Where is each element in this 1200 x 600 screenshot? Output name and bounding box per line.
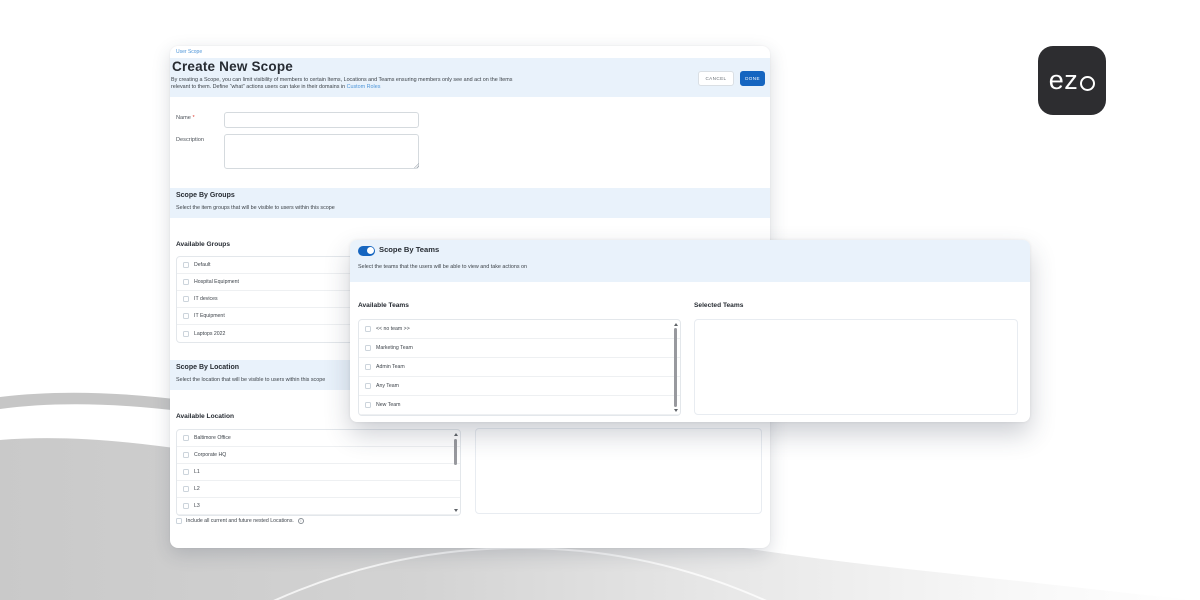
checkbox[interactable]: [183, 279, 189, 285]
checkbox[interactable]: [183, 435, 189, 441]
checkbox[interactable]: [183, 331, 189, 337]
list-item-label: Baltimore Office: [194, 435, 231, 441]
nested-locations-checkbox-row[interactable]: Include all current and future nested Lo…: [176, 518, 304, 524]
list-item[interactable]: Baltimore Office: [177, 430, 460, 447]
checkbox[interactable]: [365, 383, 371, 389]
page-description: By creating a Scope, you can limit visib…: [171, 77, 591, 91]
available-location-header: Available Location: [176, 413, 234, 420]
scope-by-teams-title: Scope By Teams: [379, 245, 439, 254]
checkbox[interactable]: [176, 518, 182, 524]
checkbox[interactable]: [365, 402, 371, 408]
scope-by-groups-subtitle: Select the item groups that will be visi…: [176, 205, 335, 211]
name-label: Name *: [176, 115, 195, 121]
info-icon[interactable]: i: [298, 518, 304, 524]
selected-teams-header: Selected Teams: [694, 302, 743, 309]
selected-teams-box: [694, 319, 1018, 415]
name-input[interactable]: [224, 112, 419, 128]
available-teams-header: Available Teams: [358, 302, 409, 309]
checkbox[interactable]: [183, 469, 189, 475]
checkbox[interactable]: [365, 345, 371, 351]
scroll-down-icon[interactable]: [674, 409, 678, 412]
scope-by-teams-panel: Scope By Teams Select the teams that the…: [350, 240, 1030, 422]
list-item-label: L3: [194, 503, 200, 509]
checkbox[interactable]: [183, 486, 189, 492]
list-item-label: Laptops 2022: [194, 331, 225, 337]
scope-by-groups-header: Scope By Groups Select the item groups t…: [170, 188, 770, 218]
checkbox[interactable]: [183, 262, 189, 268]
page-description-line2: relevant to them. Define “what” actions …: [171, 84, 347, 90]
list-item-label: Admin Team: [376, 364, 405, 370]
list-item-label: Any Team: [376, 383, 399, 389]
list-item[interactable]: Any Team: [359, 377, 680, 396]
screenshot-stage: User Scope Create New Scope By creating …: [0, 0, 1200, 600]
scrollbar[interactable]: [672, 321, 679, 414]
scrollbar-thumb[interactable]: [454, 439, 457, 465]
selected-location-box: [475, 428, 762, 514]
scope-by-location-title: Scope By Location: [176, 364, 239, 371]
list-item-label: << no team >>: [376, 326, 410, 332]
scope-by-teams-subtitle: Select the teams that the users will be …: [358, 264, 527, 270]
page-title: Create New Scope: [172, 59, 293, 74]
list-item-label: Hospital Equipment: [194, 279, 239, 285]
scope-by-teams-header: Scope By Teams Select the teams that the…: [350, 240, 1030, 282]
checkbox[interactable]: [183, 296, 189, 302]
scope-by-teams-toggle[interactable]: [358, 246, 375, 256]
list-item[interactable]: L3: [177, 498, 460, 515]
list-item-label: Marketing Team: [376, 345, 413, 351]
description-textarea[interactable]: [224, 134, 419, 169]
scope-by-location-subtitle: Select the location that will be visible…: [176, 377, 325, 383]
list-item-label: Default: [194, 262, 210, 268]
list-item-label: IT Equipment: [194, 313, 225, 319]
ezo-logo-o-ring-icon: [1080, 76, 1095, 91]
available-groups-header: Available Groups: [176, 241, 230, 248]
list-item-label: IT devices: [194, 296, 218, 302]
cancel-button[interactable]: CANCEL: [698, 71, 734, 86]
available-teams-list: << no team >> Marketing Team Admin Team …: [358, 319, 681, 416]
list-item[interactable]: Admin Team: [359, 358, 680, 377]
list-item[interactable]: L1: [177, 464, 460, 481]
list-item-label: New Team: [376, 402, 400, 408]
ezo-logo: ez: [1038, 46, 1106, 115]
page-header: Create New Scope By creating a Scope, yo…: [170, 58, 770, 97]
list-item[interactable]: Marketing Team: [359, 339, 680, 358]
toggle-knob: [367, 247, 374, 254]
scrollbar[interactable]: [452, 431, 459, 514]
checkbox[interactable]: [365, 326, 371, 332]
checkbox[interactable]: [183, 452, 189, 458]
list-item[interactable]: New Team: [359, 396, 680, 415]
available-location-list: Baltimore Office Corporate HQ L1 L2 L3: [176, 429, 461, 516]
list-item-label: L2: [194, 486, 200, 492]
done-button[interactable]: DONE: [740, 71, 765, 86]
list-item[interactable]: L2: [177, 481, 460, 498]
scope-by-groups-title: Scope By Groups: [176, 192, 235, 199]
scrollbar-thumb[interactable]: [674, 328, 677, 407]
breadcrumb[interactable]: User Scope: [176, 49, 202, 55]
ezo-logo-letters: ez: [1049, 67, 1079, 94]
list-item[interactable]: << no team >>: [359, 320, 680, 339]
checkbox[interactable]: [365, 364, 371, 370]
description-label: Description: [176, 137, 204, 143]
checkbox[interactable]: [183, 313, 189, 319]
list-item-label: L1: [194, 469, 200, 475]
nested-locations-label: Include all current and future nested Lo…: [186, 518, 294, 524]
custom-roles-link[interactable]: Custom Roles: [347, 84, 381, 90]
list-item-label: Corporate HQ: [194, 452, 226, 458]
page-description-line1: By creating a Scope, you can limit visib…: [171, 77, 512, 83]
scroll-down-icon[interactable]: [454, 509, 458, 512]
list-item[interactable]: Corporate HQ: [177, 447, 460, 464]
checkbox[interactable]: [183, 503, 189, 509]
required-asterisk: *: [192, 115, 194, 121]
